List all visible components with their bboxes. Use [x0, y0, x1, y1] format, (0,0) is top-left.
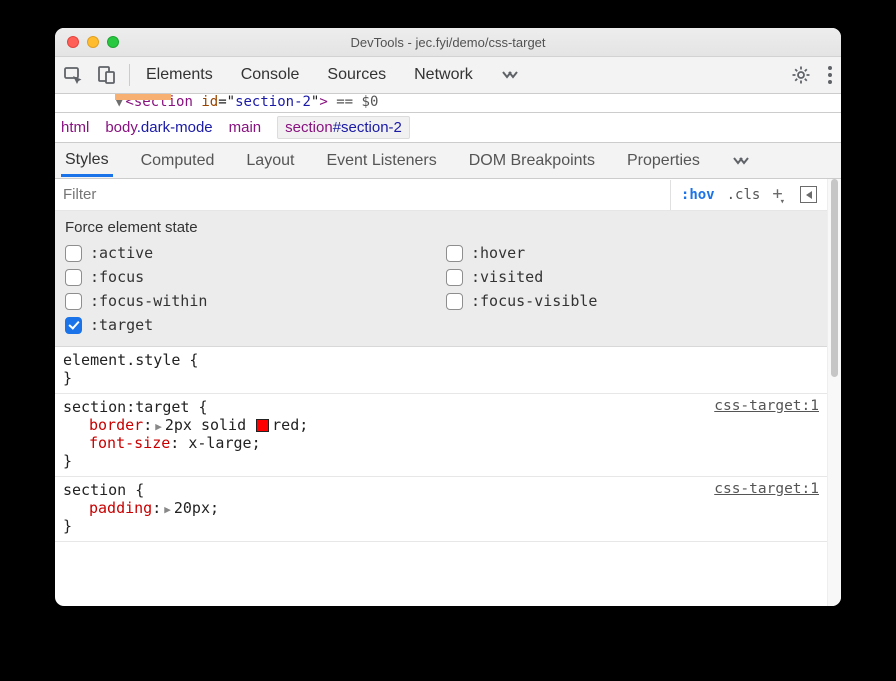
force-state-label: :visited [471, 268, 543, 286]
filter-bar: :hov .cls +▾ [55, 179, 827, 211]
subtab-computed[interactable]: Computed [137, 146, 219, 176]
panel-tabs: Elements Console Sources Network [146, 66, 519, 84]
styles-panel: :hov .cls +▾ Force element state :active… [55, 179, 827, 606]
brace-close: } [63, 452, 819, 470]
kebab-menu-icon[interactable] [827, 65, 833, 85]
breadcrumb-item[interactable]: main [229, 119, 262, 136]
property-value[interactable]: 2px solid red [165, 416, 299, 434]
property-value[interactable]: x-large [188, 434, 251, 452]
filter-input[interactable] [55, 180, 671, 210]
gear-icon[interactable] [791, 65, 811, 85]
force-state-item[interactable]: :focus-within [65, 292, 436, 310]
property-name[interactable]: font-size [89, 434, 170, 452]
new-style-rule-icon[interactable]: +▾ [772, 185, 788, 205]
breadcrumb-item-selected[interactable]: section#section-2 [277, 116, 410, 139]
tab-elements[interactable]: Elements [146, 66, 213, 84]
devtools-window: DevTools - jec.fyi/demo/css-target Eleme… [55, 28, 841, 606]
css-rules: element.style {}css-target:1section:targ… [55, 347, 827, 542]
css-declaration[interactable]: font-size: x-large; [63, 434, 819, 452]
checkbox[interactable] [446, 269, 463, 286]
checkbox[interactable] [65, 245, 82, 262]
dom-attr-value: section-2 [235, 94, 311, 110]
brace-close: } [63, 369, 819, 387]
subtab-layout[interactable]: Layout [242, 146, 298, 176]
css-rule[interactable]: css-target:1section {padding:▶20px;} [55, 477, 827, 542]
subtab-dom-breakpoints[interactable]: DOM Breakpoints [465, 146, 599, 176]
computed-styles-toggle-icon[interactable] [800, 186, 817, 203]
dom-attr: id [201, 94, 218, 110]
tab-network[interactable]: Network [414, 66, 473, 84]
force-state-item[interactable]: :target [65, 316, 436, 334]
css-declaration[interactable]: border:▶2px solid red; [63, 416, 819, 434]
selector[interactable]: element.style { [63, 351, 819, 369]
force-state-heading: Force element state [65, 219, 817, 236]
force-element-state: Force element state :active :hover :focus:… [55, 211, 827, 347]
force-state-item[interactable]: :active [65, 244, 436, 262]
subtab-event-listeners[interactable]: Event Listeners [322, 146, 440, 176]
source-link[interactable]: css-target:1 [714, 481, 819, 497]
force-state-item[interactable]: :focus-visible [446, 292, 817, 310]
property-name[interactable]: padding [89, 499, 152, 517]
force-state-label: :hover [471, 244, 525, 262]
force-state-item[interactable]: :visited [446, 268, 817, 286]
breadcrumb: html body.dark-mode main section#section… [55, 113, 841, 143]
styles-subtabs: Styles Computed Layout Event Listeners D… [55, 143, 841, 179]
main-toolbar: Elements Console Sources Network [55, 57, 841, 94]
checkbox[interactable] [446, 293, 463, 310]
more-subtabs-icon[interactable] [728, 148, 754, 174]
dom-suffix: == $0 [328, 94, 379, 110]
checkbox[interactable] [65, 293, 82, 310]
css-rule[interactable]: element.style {} [55, 347, 827, 394]
selector[interactable]: section { [63, 481, 819, 499]
device-toggle-icon[interactable] [97, 65, 117, 85]
dom-source-line[interactable]: ▼<section id="section-2"> == $0 [55, 94, 841, 113]
force-state-label: :target [90, 316, 153, 334]
dom-tag: section [134, 94, 193, 110]
breadcrumb-item[interactable]: body.dark-mode [105, 119, 212, 136]
source-link[interactable]: css-target:1 [714, 398, 819, 414]
css-rule[interactable]: css-target:1section:target {border:▶2px … [55, 394, 827, 477]
scrollbar-thumb[interactable] [831, 179, 838, 377]
brace-close: } [63, 517, 819, 535]
force-state-label: :focus-visible [471, 292, 597, 310]
inspect-icon[interactable] [63, 65, 83, 85]
property-name[interactable]: border [89, 416, 143, 434]
css-declaration[interactable]: padding:▶20px; [63, 499, 819, 517]
property-value[interactable]: 20px [174, 499, 210, 517]
tab-sources[interactable]: Sources [327, 66, 386, 84]
titlebar: DevTools - jec.fyi/demo/css-target [55, 28, 841, 57]
force-state-label: :active [90, 244, 153, 262]
force-state-item[interactable]: :focus [65, 268, 436, 286]
force-state-item[interactable]: :hover [446, 244, 817, 262]
scrollbar[interactable] [827, 179, 841, 606]
subtab-styles[interactable]: Styles [61, 145, 113, 177]
checkbox[interactable] [446, 245, 463, 262]
toggle-cls[interactable]: .cls [727, 187, 761, 203]
checkbox[interactable] [65, 317, 82, 334]
breadcrumb-item[interactable]: html [61, 119, 89, 136]
subtab-properties[interactable]: Properties [623, 146, 704, 176]
color-swatch-icon[interactable] [256, 419, 269, 432]
window-title: DevTools - jec.fyi/demo/css-target [55, 35, 841, 50]
force-state-label: :focus-within [90, 292, 207, 310]
selector[interactable]: section:target { [63, 398, 819, 416]
checkbox[interactable] [65, 269, 82, 286]
tab-console[interactable]: Console [241, 66, 300, 84]
more-tabs-icon[interactable] [501, 68, 519, 82]
force-state-label: :focus [90, 268, 144, 286]
toggle-hov[interactable]: :hov [681, 187, 715, 203]
separator [129, 64, 130, 86]
